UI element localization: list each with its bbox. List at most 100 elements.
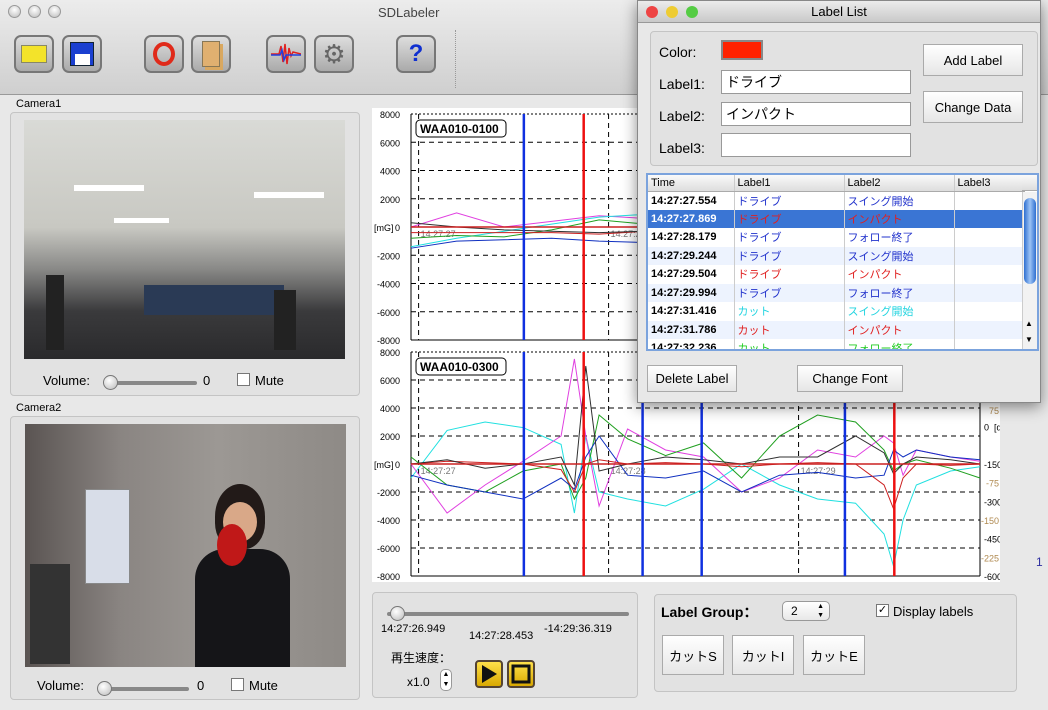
cell-l3 [954,265,1025,284]
cell-l3 [954,302,1025,321]
label-list-close-button[interactable] [646,6,658,18]
label-list-title: Label List [811,4,867,19]
label-numbered-button[interactable] [144,35,184,73]
camera1-volume-value: 0 [203,373,211,388]
table-row[interactable]: 14:27:27.869 ドライブ インパクト [648,209,1025,228]
settings-button[interactable]: ⚙ [314,35,354,73]
table-row[interactable]: 14:27:32.236 カット フォロー終了 [648,339,1025,349]
open-file-button[interactable] [14,35,54,73]
x-tick-label: 14:27:27 [421,466,456,476]
y-axis-label: [mG] [374,460,394,470]
y2-tick-label: -450 [984,535,1000,545]
y-tick-label: 6000 [380,376,400,386]
label3-label: Label3: [659,140,705,156]
delete-label-button[interactable]: Delete Label [647,365,737,392]
color-swatch[interactable] [721,40,763,60]
label2-input[interactable] [721,102,911,126]
cell-time: 14:27:27.554 [648,191,735,210]
y2-tick-label: 0 [984,423,989,433]
cell-time: 14:27:29.994 [648,283,735,302]
table-row[interactable]: 14:27:29.504 ドライブ インパクト [648,265,1025,284]
cell-l2: フォロー終了 [844,283,955,302]
cell-l2: スイング開始 [844,302,955,321]
scroll-up-arrow[interactable]: ▲ [1025,319,1033,328]
x-tick-label: 14:27:28 [611,466,646,476]
camera2-label: Camera2 [16,402,62,414]
table-row[interactable]: 14:27:29.994 ドライブ フォロー終了 [648,283,1025,302]
table-row[interactable]: 14:27:28.179 ドライブ フォロー終了 [648,228,1025,247]
change-data-button[interactable]: Change Data [923,91,1023,123]
label-button-cut-s[interactable]: カットS [662,635,724,675]
close-button[interactable] [8,5,21,18]
cell-l1: カット [734,320,845,339]
label-table[interactable]: Time Label1 Label2 Label3 14:27:27.554 ドライブス… [646,173,1039,351]
cell-l2: スイング開始 [844,246,955,265]
label-list-titlebar: Label List [638,1,1040,23]
column-header[interactable]: Label1 [734,175,845,192]
cell-l1: ドライブ [734,209,845,228]
camera2-volume-value: 0 [197,678,205,693]
help-button[interactable]: ? [396,35,436,73]
cell-l2: インパクト [844,265,955,284]
camera1-volume-label: Volume: [43,373,90,388]
table-scrollbar[interactable]: ▲ ▼ [1022,192,1037,349]
column-header[interactable]: Label3 [954,175,1025,192]
table-row[interactable]: 14:27:29.244 ドライブ スイング開始 [648,246,1025,265]
minimize-button[interactable] [28,5,41,18]
camera1-volume-knob[interactable] [103,375,118,390]
y3-tick-label: -150 [981,516,999,526]
label-button-cut-e[interactable]: カットE [803,635,865,675]
y3-tick-label: -225 [981,553,999,563]
table-row[interactable]: 14:27:31.786 カット インパクト [648,320,1025,339]
label-button-cut-i[interactable]: カットI [732,635,794,675]
y3-tick-label: -75 [986,479,999,489]
scroll-down-arrow[interactable]: ▼ [1025,335,1033,344]
camera2-volume-slider[interactable] [101,687,189,691]
label-group-select[interactable]: 2 ▲ ▼ [782,601,830,621]
play-button[interactable] [475,660,503,688]
change-font-button[interactable]: Change Font [797,365,903,392]
cell-l1: ドライブ [734,283,845,302]
label-stack-button[interactable] [191,35,231,73]
camera1-video [24,120,345,359]
waveform-icon [271,43,301,65]
stop-icon [511,664,531,684]
label-list-minimize-button[interactable] [666,6,678,18]
playback-knob[interactable] [389,606,405,621]
camera1-panel: Volume: 0 Mute [10,112,360,396]
toolbar-separator [455,30,456,88]
waveform-button[interactable] [266,35,306,73]
label1-input[interactable] [721,70,911,94]
y2-tick-label: -150 [984,460,1000,470]
cell-l3 [954,339,1025,349]
zoom-button[interactable] [48,5,61,18]
camera2-mute-checkbox[interactable] [231,678,244,691]
column-header[interactable]: Label2 [844,175,955,192]
y2-tick-label: -600 [984,572,1000,582]
camera2-volume-knob[interactable] [97,681,112,696]
camera1-mute-checkbox[interactable] [237,373,250,386]
y-tick-label: 0 [395,223,400,233]
cell-l1: カット [734,302,845,321]
cell-l3 [954,191,1025,210]
scrollbar-thumb[interactable] [1024,198,1036,284]
column-header[interactable]: Time [648,175,735,192]
playback-slider[interactable] [387,612,629,616]
cell-l3 [954,320,1025,339]
y-tick-label: -4000 [377,516,400,526]
cell-l2: フォロー終了 [844,228,955,247]
playback-current-time: 14:27:28.453 [469,630,534,642]
save-button[interactable] [62,35,102,73]
table-row[interactable]: 14:27:27.554 ドライブ スイング開始 [648,191,1025,210]
label3-input[interactable] [721,133,911,157]
y3-tick-label: 75 [989,406,999,416]
speed-stepper[interactable]: ▲ ▼ [440,669,452,691]
stop-button[interactable] [507,660,535,688]
label-list-zoom-button[interactable] [686,6,698,18]
label-group-value: 2 [791,604,798,618]
camera1-volume-slider[interactable] [105,381,197,385]
table-row[interactable]: 14:27:31.416 カット スイング開始 [648,302,1025,321]
add-label-button[interactable]: Add Label [923,44,1023,76]
label-stack-icon [202,41,220,67]
display-labels-checkbox[interactable]: ✓ [876,604,889,617]
